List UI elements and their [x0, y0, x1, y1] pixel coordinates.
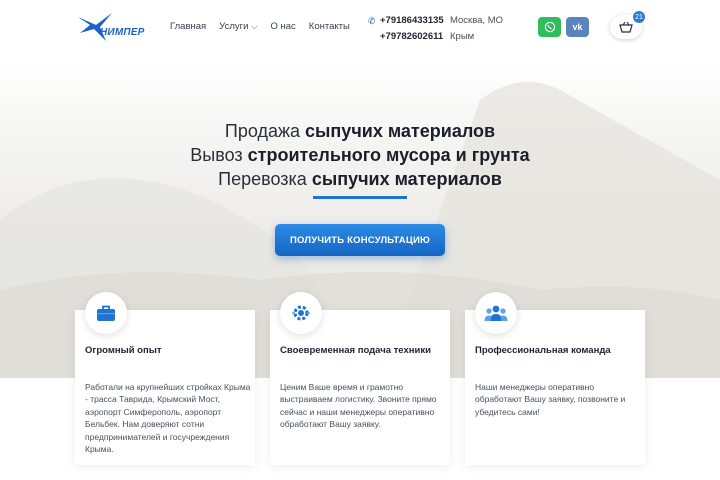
whatsapp-icon	[544, 21, 555, 33]
main-nav: Главная Услуги ⌵ О нас Контакты	[170, 21, 350, 32]
nav-item-contacts[interactable]: Контакты	[309, 21, 350, 32]
headline-underline	[313, 196, 407, 199]
hero-line-bold: сыпучих материалов	[311, 169, 502, 189]
feature-card: Своевременная подача техники Ценим Ваше …	[270, 292, 450, 465]
hero-line: Вывоз строительного мусора и грунта	[0, 143, 720, 167]
feature-title: Своевременная подача техники	[280, 345, 431, 356]
feature-text: Ценим Ваше время и грамотно выстраиваем …	[280, 382, 437, 430]
logo-text: НИМПЕР	[100, 27, 145, 38]
feature-text: Работали на крупнейших стройках Крыма - …	[85, 382, 251, 455]
logo[interactable]: НИМПЕР	[76, 11, 158, 45]
feature-card: Огромный опыт Работали на крупнейших стр…	[75, 292, 255, 465]
phone-number[interactable]: +79782602611	[380, 29, 450, 45]
feature-card: Профессиональная команда Наши менеджеры …	[465, 292, 645, 465]
vk-icon: vk	[572, 22, 583, 32]
whatsapp-button[interactable]	[538, 17, 561, 37]
hero-headline: Продажа сыпучих материалов Вывоз строите…	[0, 119, 720, 191]
nav-item-services[interactable]: Услуги ⌵	[219, 21, 257, 32]
team-icon	[484, 305, 508, 321]
hero-line-normal: Продажа	[224, 121, 306, 141]
hero-line-normal: Вывоз	[190, 145, 248, 165]
feature-icon-circle	[280, 292, 322, 334]
hero-line-bold: сыпучих материалов	[305, 121, 496, 141]
hero-line: Продажа сыпучих материалов	[0, 119, 720, 143]
feature-icon-circle	[475, 292, 517, 334]
feature-icon-circle	[85, 292, 127, 334]
messenger-links: vk	[538, 17, 589, 37]
phone-block: ✆ +79186433135 Москва, МО +79782602611 К…	[368, 13, 503, 45]
nav-item-about[interactable]: О нас	[270, 21, 295, 32]
gear-icon	[292, 305, 310, 321]
cart-button[interactable]: 21	[610, 11, 645, 39]
site-header: НИМПЕР Главная Услуги ⌵ О нас Контакты ✆ …	[0, 0, 720, 60]
nav-item-home[interactable]: Главная	[170, 21, 206, 32]
hero-line-bold: строительного мусора и грунта	[247, 145, 530, 165]
feature-text: Наши менеджеры оперативно обработают Ваш…	[475, 382, 626, 417]
nav-label: Контакты	[308, 21, 350, 32]
feature-title: Огромный опыт	[85, 345, 162, 356]
phone-location: Крым	[450, 31, 475, 42]
feature-title: Профессиональная команда	[475, 345, 611, 356]
nav-label: Услуги	[219, 21, 249, 32]
hero-line-normal: Перевозка	[218, 169, 312, 189]
phone-number[interactable]: +79186433135	[380, 13, 450, 29]
basket-icon	[619, 21, 633, 33]
chevron-down-icon: ⌵	[251, 21, 258, 31]
nav-label: О нас	[270, 21, 296, 32]
nav-label: Главная	[170, 21, 207, 32]
phone-row: ✆ +79186433135 Москва, МО	[368, 13, 503, 29]
vk-button[interactable]: vk	[566, 17, 589, 37]
phone-row: +79782602611 Крым	[368, 29, 503, 45]
hero-line: Перевозка сыпучих материалов	[0, 167, 720, 191]
cart-count-badge: 21	[633, 11, 645, 23]
phone-icon: ✆	[368, 16, 376, 26]
briefcase-icon	[97, 305, 115, 321]
phone-location: Москва, МО	[450, 15, 504, 26]
get-consultation-button[interactable]: ПОЛУЧИТЬ КОНСУЛЬТАЦИЮ	[275, 224, 445, 256]
